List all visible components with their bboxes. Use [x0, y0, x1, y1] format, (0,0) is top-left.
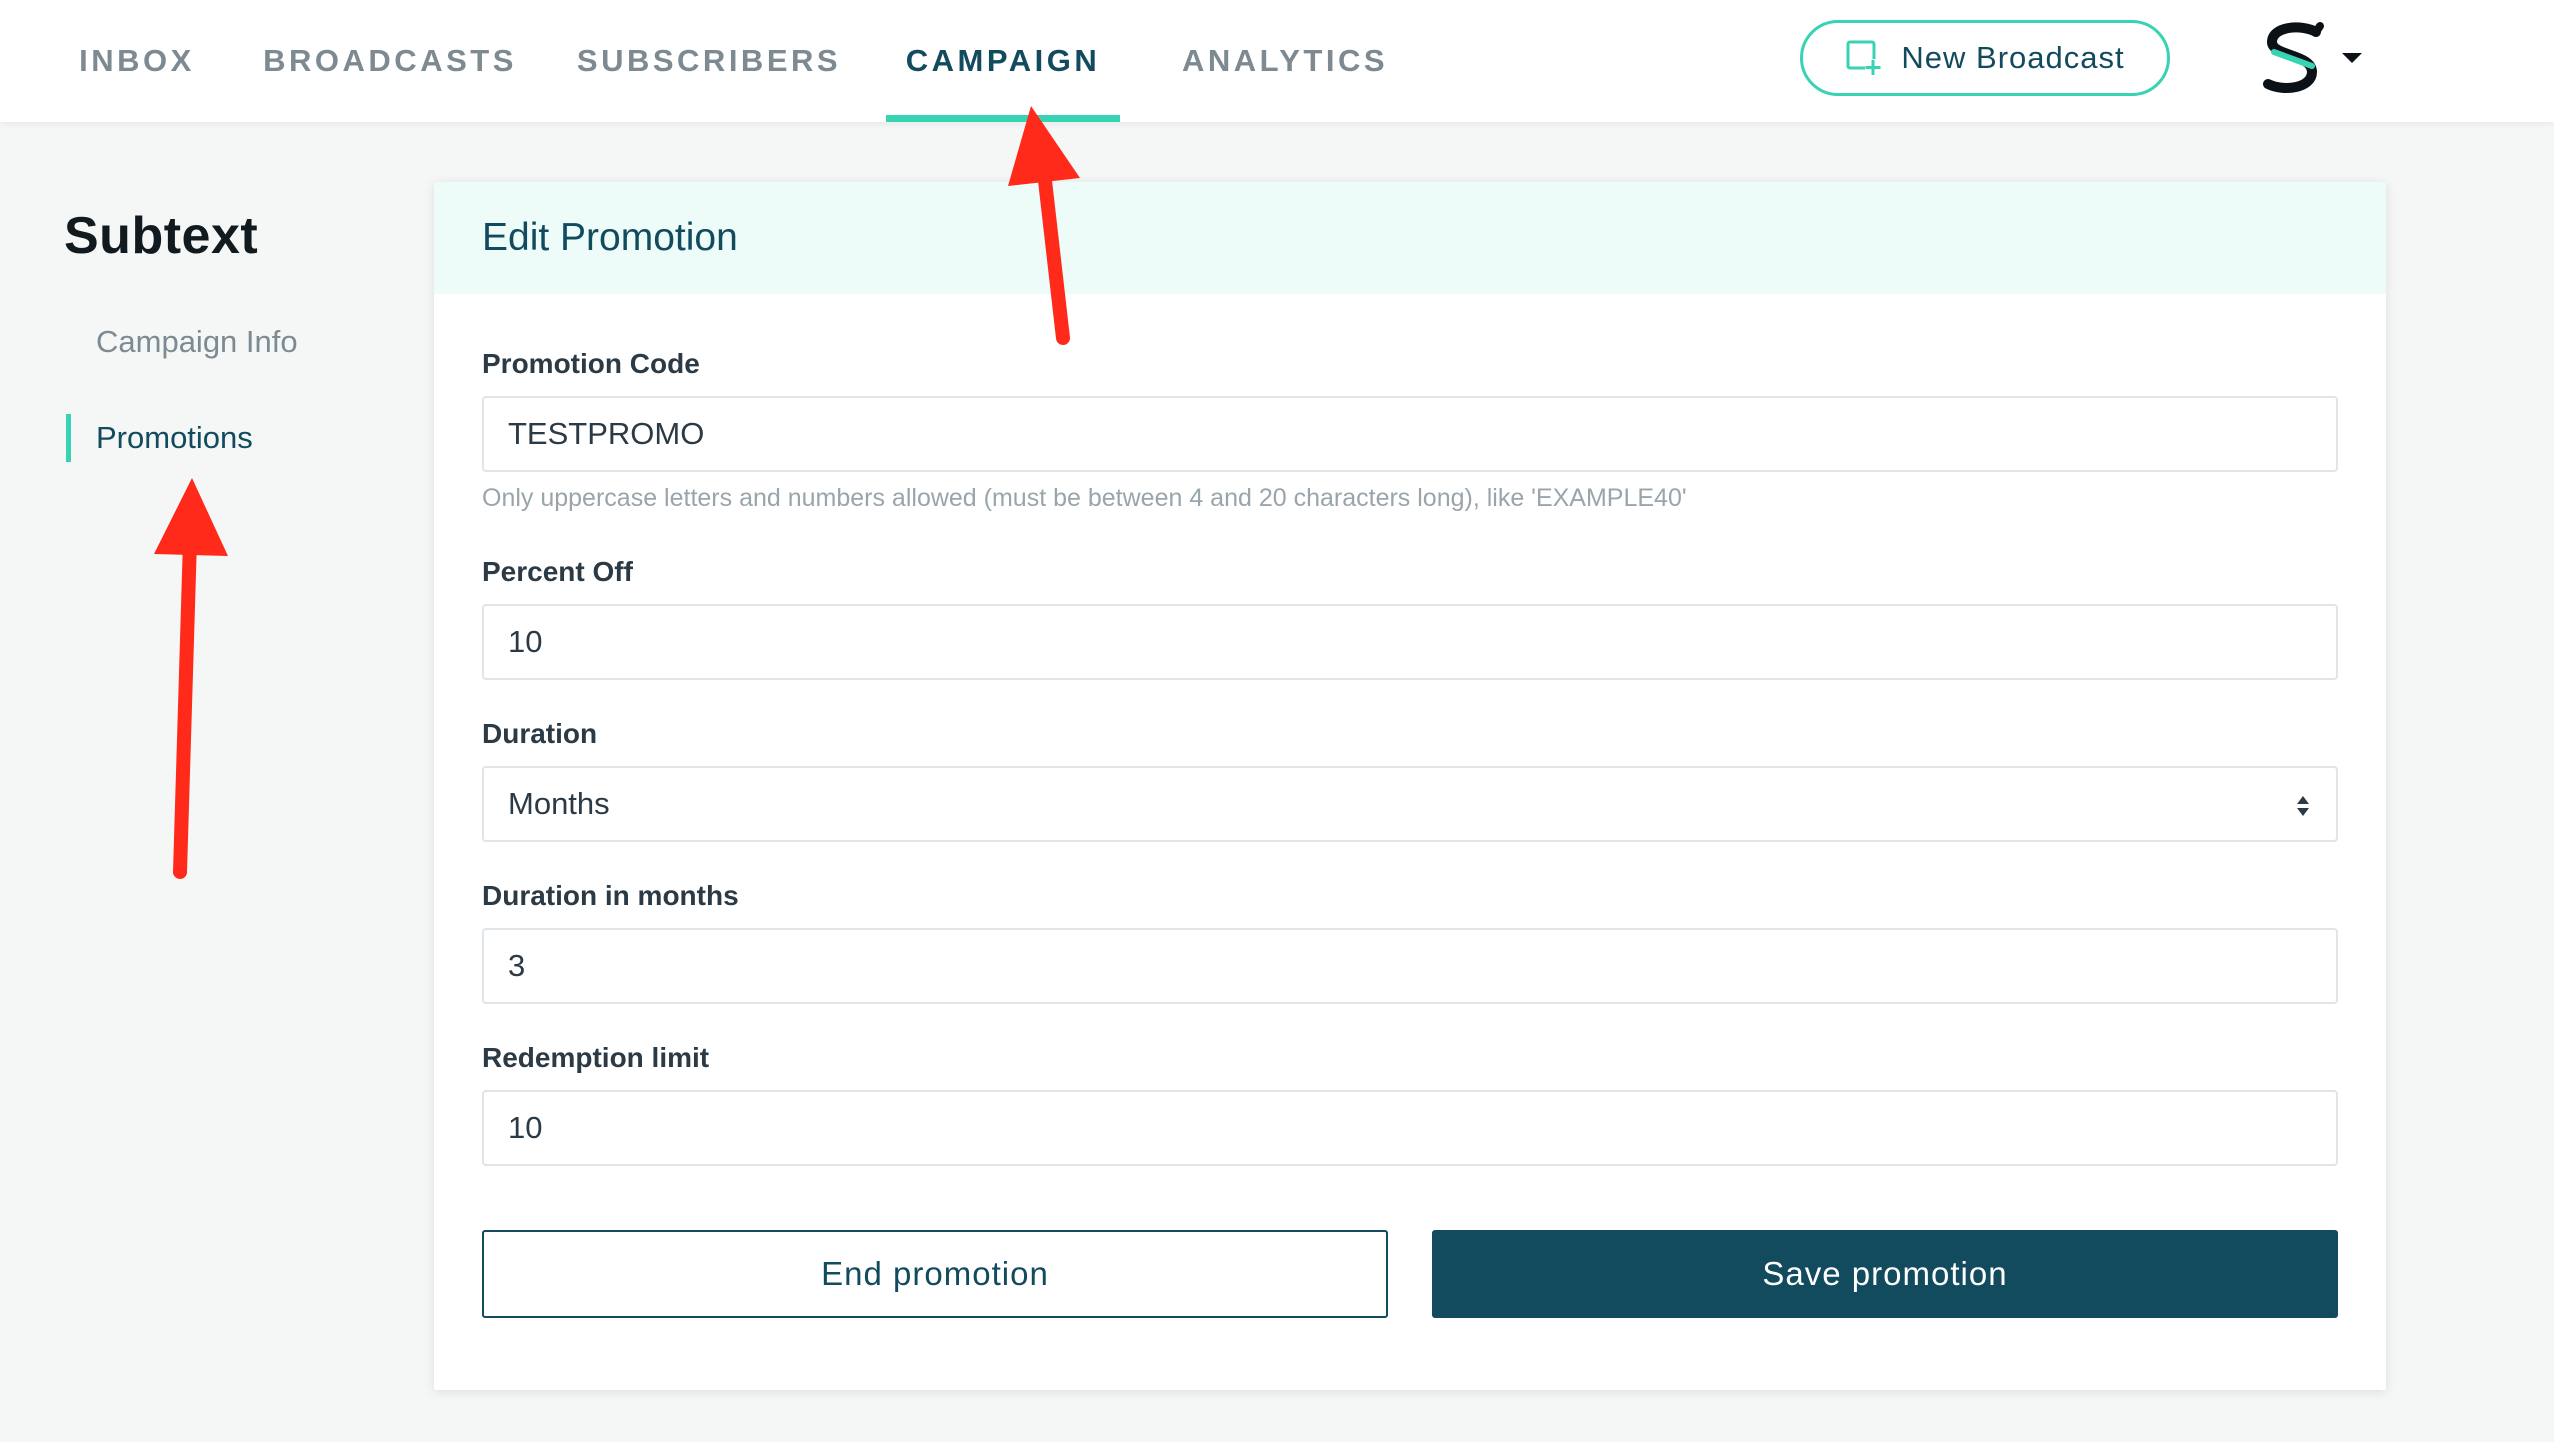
card-header: Edit Promotion — [434, 182, 2386, 294]
promotion-code-help: Only uppercase letters and numbers allow… — [482, 484, 1687, 512]
promotion-code-input[interactable] — [482, 396, 2338, 472]
duration-months-label: Duration in months — [482, 880, 739, 911]
promotion-code-label: Promotion Code — [482, 348, 700, 379]
duration-months-input[interactable] — [482, 928, 2338, 1004]
new-broadcast-button[interactable]: New Broadcast — [1800, 20, 2170, 96]
tab-inbox[interactable]: INBOX — [79, 0, 192, 122]
new-broadcast-icon — [1846, 40, 1882, 75]
new-broadcast-label: New Broadcast — [1901, 40, 2125, 75]
edit-promotion-card: Edit Promotion Promotion Code Only upper… — [434, 182, 2386, 1390]
sidebar-item-promotions[interactable]: Promotions — [66, 414, 253, 462]
select-arrows-icon — [2297, 796, 2309, 816]
duration-select[interactable]: Months — [482, 766, 2338, 842]
sidebar-item-campaign-info[interactable]: Campaign Info — [66, 318, 298, 366]
save-promotion-button[interactable]: Save promotion — [1432, 1230, 2338, 1318]
redemption-limit-input[interactable] — [482, 1090, 2338, 1166]
duration-selected-value: Months — [508, 786, 610, 821]
brand-title: Subtext — [64, 207, 259, 265]
caret-down-icon[interactable] — [2338, 44, 2366, 72]
sidebar-item-label: Campaign Info — [96, 324, 298, 359]
tab-analytics[interactable]: ANALYTICS — [1176, 0, 1394, 122]
percent-off-input[interactable] — [482, 604, 2338, 680]
tab-campaign[interactable]: CAMPAIGN — [886, 0, 1120, 122]
duration-label: Duration — [482, 718, 598, 749]
tab-broadcasts[interactable]: BROADCASTS — [263, 0, 513, 122]
percent-off-label: Percent Off — [482, 556, 633, 587]
end-promotion-button[interactable]: End promotion — [482, 1230, 1388, 1318]
redemption-limit-label: Redemption limit — [482, 1042, 710, 1073]
top-navigation: INBOX BROADCASTS SUBSCRIBERS CAMPAIGN AN… — [0, 0, 2554, 122]
card-title: Edit Promotion — [482, 216, 738, 259]
subtext-logo-icon[interactable] — [2258, 22, 2328, 96]
sidebar-item-label: Promotions — [96, 420, 253, 455]
tab-subscribers[interactable]: SUBSCRIBERS — [577, 0, 838, 122]
annotation-arrow-promotions — [154, 478, 228, 879]
